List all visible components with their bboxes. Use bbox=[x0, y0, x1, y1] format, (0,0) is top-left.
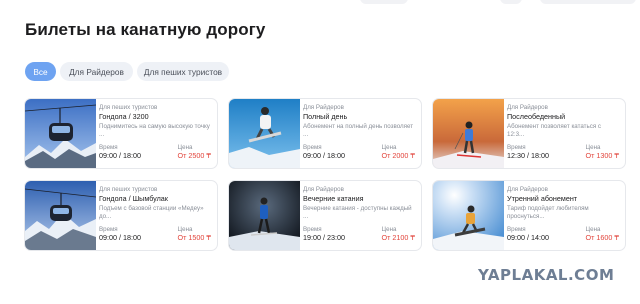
watermark: YAPLAKAL.COM bbox=[478, 266, 615, 284]
ticket-name: Полный день bbox=[303, 112, 348, 121]
gondola-photo bbox=[25, 99, 96, 168]
ticket-name: Гондола / 3200 bbox=[99, 112, 149, 121]
time-label: Время bbox=[507, 226, 526, 233]
ticket-time: 09:00 / 18:00 bbox=[303, 151, 345, 160]
ticket-category: Для Райдеров bbox=[507, 186, 548, 193]
ticket-category: Для пеших туристов bbox=[99, 186, 158, 193]
ticket-category: Для Райдеров bbox=[303, 104, 344, 111]
ticket-card[interactable]: Для Райдеров Вечерние катания Вечерние к… bbox=[228, 180, 422, 251]
top-nav-pill bbox=[540, 0, 636, 4]
filter-tabs: Все Для Райдеров Для пеших туристов bbox=[25, 62, 229, 81]
ticket-description: Абонемент позволяет кататься с 12:3... bbox=[507, 123, 601, 138]
ticket-time: 09:00 / 14:00 bbox=[507, 233, 549, 242]
snowboarder-sun-photo bbox=[433, 181, 504, 250]
ticket-card[interactable]: Для Райдеров Полный день Абонемент на по… bbox=[228, 98, 422, 169]
ticket-category: Для пеших туристов bbox=[99, 104, 158, 111]
filter-hikers[interactable]: Для пеших туристов bbox=[137, 62, 229, 81]
ticket-category: Для Райдеров bbox=[507, 104, 548, 111]
ticket-name: Вечерние катания bbox=[303, 194, 364, 203]
top-nav-pill bbox=[500, 0, 522, 4]
ticket-price: От 2100 ₸ bbox=[381, 233, 415, 242]
ticket-description: Подъем с базовой станции «Медеу» до... bbox=[99, 205, 204, 220]
filter-riders[interactable]: Для Райдеров bbox=[60, 62, 133, 81]
night-skier-photo bbox=[229, 181, 300, 250]
ticket-card[interactable]: Для пеших туристов Гондола / 3200 Подним… bbox=[24, 98, 218, 169]
price-label: Цена bbox=[177, 226, 193, 233]
snowboarder-jump-photo bbox=[229, 99, 300, 168]
ticket-card[interactable]: Для пеших туристов Гондола / Шымбулак По… bbox=[24, 180, 218, 251]
time-label: Время bbox=[99, 144, 118, 151]
top-nav-pill bbox=[360, 0, 408, 4]
ticket-price: От 2000 ₸ bbox=[381, 151, 415, 160]
ticket-time: 12:30 / 18:00 bbox=[507, 151, 549, 160]
ticket-price: От 1500 ₸ bbox=[177, 233, 211, 242]
price-label: Цена bbox=[585, 226, 601, 233]
ticket-card[interactable]: Для Райдеров Послеобеденный Абонемент по… bbox=[432, 98, 626, 169]
filter-all[interactable]: Все bbox=[25, 62, 56, 81]
ticket-description: Абонемент на полный день позволяет ... bbox=[303, 123, 414, 138]
price-label: Цена bbox=[381, 144, 397, 151]
ticket-name: Утренний абонемент bbox=[507, 194, 578, 203]
skier-sunset-photo bbox=[433, 99, 504, 168]
ticket-category: Для Райдеров bbox=[303, 186, 344, 193]
page-title: Билеты на канатную дорогу bbox=[25, 20, 266, 39]
price-label: Цена bbox=[177, 144, 193, 151]
ticket-name: Послеобеденный bbox=[507, 112, 566, 121]
ticket-price: От 1300 ₸ bbox=[585, 151, 619, 160]
ticket-name: Гондола / Шымбулак bbox=[99, 194, 168, 203]
ticket-description: Тариф подойдет любителям проснуться... bbox=[507, 205, 589, 220]
ticket-time: 19:00 / 23:00 bbox=[303, 233, 345, 242]
ticket-time: 09:00 / 18:00 bbox=[99, 233, 141, 242]
time-label: Время bbox=[303, 144, 322, 151]
time-label: Время bbox=[303, 226, 322, 233]
ticket-description: Вечерние катания - доступны каждый ... bbox=[303, 205, 412, 220]
time-label: Время bbox=[507, 144, 526, 151]
price-label: Цена bbox=[585, 144, 601, 151]
ticket-price: От 2500 ₸ bbox=[177, 151, 211, 160]
ticket-card[interactable]: Для Райдеров Утренний абонемент Тариф по… bbox=[432, 180, 626, 251]
gondola-mountains-photo bbox=[25, 181, 96, 250]
ticket-price: От 1600 ₸ bbox=[585, 233, 619, 242]
ticket-description: Поднимитесь на самую высокую точку ... bbox=[99, 123, 210, 138]
time-label: Время bbox=[99, 226, 118, 233]
ticket-time: 09:00 / 18:00 bbox=[99, 151, 141, 160]
price-label: Цена bbox=[381, 226, 397, 233]
